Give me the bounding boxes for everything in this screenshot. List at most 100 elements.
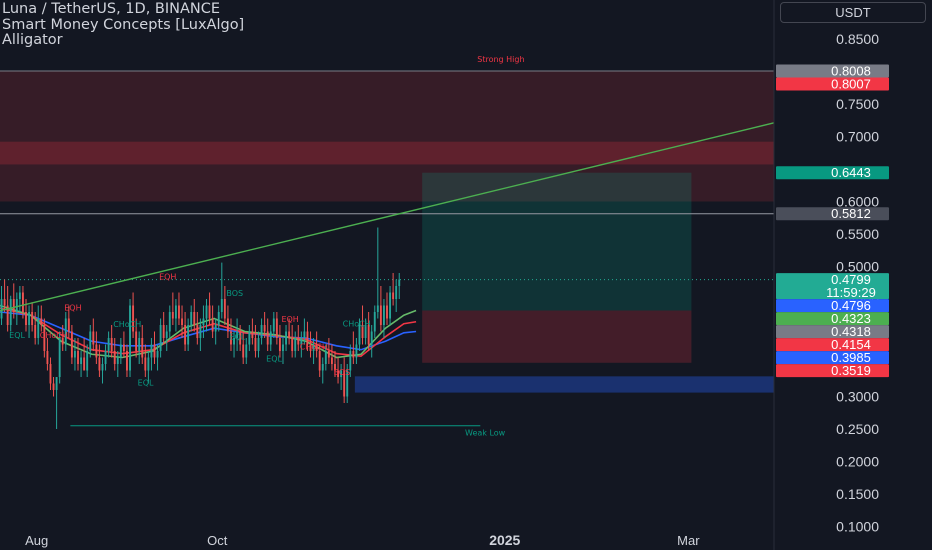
position-profit bbox=[422, 172, 692, 311]
smc-label: EQL bbox=[229, 332, 245, 341]
candle bbox=[398, 279, 401, 286]
candle bbox=[174, 305, 177, 319]
candle bbox=[107, 338, 110, 351]
candle bbox=[135, 331, 138, 351]
candle bbox=[294, 338, 297, 351]
candle bbox=[138, 338, 141, 351]
candle bbox=[199, 325, 202, 338]
candle bbox=[184, 325, 187, 345]
candle bbox=[181, 318, 183, 325]
candle bbox=[266, 331, 269, 345]
candle bbox=[395, 286, 398, 299]
y-tick-label: 0.7500 bbox=[836, 96, 879, 112]
candle bbox=[126, 351, 128, 371]
candle bbox=[355, 344, 358, 358]
candle bbox=[321, 364, 324, 371]
candle bbox=[288, 331, 291, 338]
candle bbox=[248, 331, 251, 345]
candle bbox=[74, 351, 76, 358]
candle bbox=[245, 344, 248, 358]
candle bbox=[168, 312, 171, 332]
smc-label: BOS bbox=[333, 368, 350, 377]
candle bbox=[98, 357, 101, 371]
candle bbox=[55, 377, 58, 390]
price-chart[interactable]: Strong High Weak Low EQH BOS EQH CHoCH EQH CHoC… bbox=[0, 0, 932, 550]
candle bbox=[220, 299, 223, 312]
candle bbox=[144, 357, 147, 371]
chart-legend: Luna / TetherUS, 1D, BINANCE Smart Money… bbox=[2, 1, 244, 49]
candle bbox=[178, 305, 180, 319]
candle bbox=[379, 305, 382, 325]
candle bbox=[223, 299, 226, 319]
candle bbox=[202, 318, 205, 325]
y-tick-label: 0.7000 bbox=[836, 129, 879, 145]
candle bbox=[141, 338, 144, 358]
price-tag-value: 0.5812 bbox=[831, 206, 871, 221]
smc-label: EQH bbox=[159, 273, 176, 282]
candle bbox=[49, 364, 52, 384]
candle bbox=[21, 292, 24, 312]
symbol-title[interactable]: Luna / TetherUS, 1D, BINANCE bbox=[2, 1, 244, 18]
candle bbox=[101, 364, 104, 371]
y-tick-label: 0.1000 bbox=[836, 519, 879, 535]
candle bbox=[187, 325, 190, 345]
candle bbox=[113, 351, 116, 364]
candle bbox=[205, 305, 208, 319]
smc-label: CHoCH bbox=[300, 343, 328, 352]
smc-label: EQL bbox=[9, 331, 25, 340]
candle bbox=[25, 312, 27, 325]
candle bbox=[254, 338, 257, 351]
candle bbox=[9, 299, 12, 325]
candle bbox=[162, 325, 165, 338]
candle bbox=[251, 331, 254, 338]
y-tick-label: 0.8500 bbox=[836, 31, 879, 47]
candle bbox=[282, 344, 284, 351]
y-tick-label: 0.3000 bbox=[836, 389, 879, 405]
smc-label: BOS bbox=[226, 289, 243, 298]
order-block-bearish bbox=[0, 141, 774, 165]
smc-label: CHoCH bbox=[113, 320, 141, 329]
candle bbox=[92, 331, 95, 345]
price-tag-value: 0.8007 bbox=[831, 76, 871, 91]
candle bbox=[153, 344, 156, 358]
candle bbox=[324, 351, 327, 364]
candle bbox=[12, 299, 15, 312]
candle bbox=[196, 325, 199, 338]
candle bbox=[193, 312, 196, 325]
candle bbox=[70, 331, 73, 358]
position-loss bbox=[422, 310, 692, 363]
candle bbox=[275, 318, 278, 338]
candle bbox=[214, 325, 217, 332]
smc-label: CHoCH bbox=[40, 331, 68, 340]
candle bbox=[95, 344, 98, 358]
candle bbox=[370, 331, 373, 345]
candle bbox=[373, 312, 376, 332]
candle bbox=[260, 325, 263, 338]
candle bbox=[119, 344, 122, 358]
candle bbox=[278, 338, 281, 351]
indicator-smc-label[interactable]: Smart Money Concepts [LuxAlgo] bbox=[2, 17, 244, 34]
candle bbox=[190, 312, 193, 325]
candle bbox=[217, 312, 220, 325]
candle bbox=[386, 305, 388, 319]
x-tick-label: Mar bbox=[677, 533, 700, 548]
candle bbox=[150, 344, 153, 358]
x-tick-label: Aug bbox=[25, 533, 48, 548]
candle bbox=[52, 383, 55, 390]
smc-label: CHoCH bbox=[343, 319, 371, 328]
candle bbox=[257, 338, 260, 351]
candle bbox=[376, 305, 379, 312]
candle bbox=[285, 331, 287, 345]
candle bbox=[352, 351, 355, 358]
candle bbox=[263, 325, 266, 332]
smc-label: Strong High bbox=[477, 55, 524, 64]
candle bbox=[104, 351, 107, 364]
indicator-alligator-label[interactable]: Alligator bbox=[2, 32, 244, 49]
currency-button[interactable]: USDT bbox=[780, 2, 926, 23]
candle bbox=[327, 351, 330, 358]
candle bbox=[58, 338, 61, 377]
candle bbox=[382, 305, 385, 325]
candle bbox=[80, 357, 83, 364]
candle bbox=[303, 331, 306, 338]
candle bbox=[129, 305, 131, 371]
